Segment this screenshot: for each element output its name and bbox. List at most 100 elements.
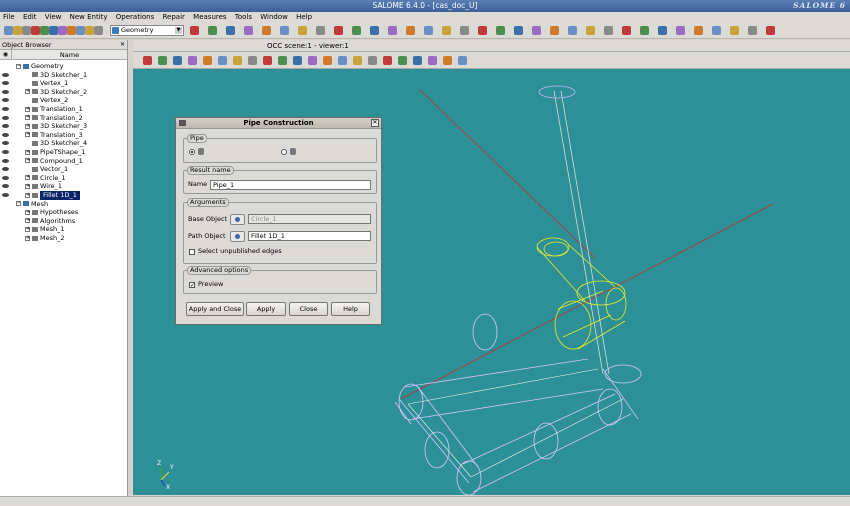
tree-item[interactable]: Vector_1 [0, 165, 126, 174]
tree-item[interactable]: Vertex_2 [0, 96, 126, 105]
toolbar-icon[interactable] [694, 26, 703, 35]
pipe-mode-radio-2[interactable] [281, 149, 287, 155]
eye-icon[interactable] [2, 89, 9, 94]
expand-icon[interactable]: + [25, 235, 30, 241]
viewer-toolbar-icon[interactable] [278, 56, 287, 65]
toolbar-icon[interactable] [280, 26, 289, 35]
chevron-down-icon[interactable]: ▼ [175, 27, 182, 34]
toolbar-icon[interactable] [40, 26, 49, 35]
eye-icon[interactable] [2, 81, 9, 86]
toolbar-icon[interactable] [67, 26, 76, 35]
close-button[interactable]: Close [289, 302, 328, 316]
path-object-field[interactable]: Fillet 1D_1 [248, 231, 371, 241]
viewer-toolbar-icon[interactable] [263, 56, 272, 65]
help-button[interactable]: Help [331, 302, 370, 316]
expand-icon[interactable]: + [25, 123, 30, 129]
tree-item[interactable]: + Circle_1 [0, 174, 126, 183]
path-object-select-button[interactable] [230, 231, 245, 242]
toolbar-icon[interactable] [58, 26, 67, 35]
apply-button[interactable]: Apply [246, 302, 286, 316]
viewer-toolbar-icon[interactable] [323, 56, 332, 65]
toolbar-icon[interactable] [748, 26, 757, 35]
eye-icon[interactable] [2, 184, 9, 189]
tree-item[interactable]: 3D Sketcher_1 [0, 71, 126, 80]
tree-item[interactable]: + PipeTShape_1 [0, 148, 126, 157]
expand-icon[interactable]: + [25, 192, 30, 198]
tree-item[interactable]: + Mesh_2 [0, 234, 126, 243]
expand-icon[interactable]: + [25, 209, 30, 215]
visibility-column-icon[interactable]: ◉ [0, 50, 12, 60]
tree-item[interactable]: + Hypotheses [0, 208, 126, 217]
tree-item[interactable]: − Geometry [0, 62, 126, 71]
viewer-toolbar-icon[interactable] [293, 56, 302, 65]
eye-icon[interactable] [2, 175, 9, 180]
viewer-toolbar-icon[interactable] [308, 56, 317, 65]
tree-item[interactable]: + Compound_1 [0, 157, 126, 166]
select-unpublished-edges-checkbox[interactable] [189, 249, 195, 255]
eye-icon[interactable] [2, 107, 9, 111]
toolbar-icon[interactable] [370, 26, 379, 35]
expand-icon[interactable]: + [25, 89, 30, 95]
viewer-toolbar-icon[interactable] [458, 56, 467, 65]
collapse-icon[interactable]: − [16, 63, 21, 69]
eye-icon[interactable] [2, 150, 9, 154]
expand-icon[interactable]: + [25, 149, 30, 155]
eye-icon[interactable] [2, 115, 9, 120]
menu-measures[interactable]: Measures [190, 12, 229, 23]
viewer-toolbar-icon[interactable] [383, 56, 392, 65]
toolbar-icon[interactable] [532, 26, 541, 35]
toolbar-icon[interactable] [226, 26, 235, 35]
viewer-toolbar-icon[interactable] [353, 56, 362, 65]
toolbar-icon[interactable] [658, 26, 667, 35]
toolbar-icon[interactable] [334, 26, 343, 35]
tree-item[interactable]: + Wire_1 [0, 182, 126, 191]
eye-icon[interactable] [2, 98, 9, 103]
expand-icon[interactable]: + [25, 158, 30, 164]
viewer-toolbar-icon[interactable] [338, 56, 347, 65]
toolbar-icon[interactable] [316, 26, 325, 35]
toolbar-icon[interactable] [76, 26, 85, 35]
viewer-toolbar-icon[interactable] [398, 56, 407, 65]
viewer-toolbar-icon[interactable] [203, 56, 212, 65]
eye-icon[interactable] [2, 72, 9, 77]
toolbar-icon[interactable] [85, 26, 94, 35]
viewer-toolbar-icon[interactable] [173, 56, 182, 65]
tree-item[interactable]: +3D Sketcher_2 [0, 88, 126, 97]
menu-help[interactable]: Help [293, 12, 315, 23]
toolbar-icon[interactable] [49, 26, 58, 35]
tree-item[interactable]: + Translation_3 [0, 131, 126, 140]
toolbar-icon[interactable] [604, 26, 613, 35]
eye-icon[interactable] [2, 124, 9, 129]
toolbar-icon[interactable] [298, 26, 307, 35]
menu-operations[interactable]: Operations [113, 12, 157, 23]
viewer-toolbar-icon[interactable] [188, 56, 197, 65]
close-icon[interactable]: ✕ [371, 119, 379, 127]
tree-item[interactable]: + Translation_2 [0, 114, 126, 123]
toolbar-icon[interactable] [550, 26, 559, 35]
viewer-toolbar-icon[interactable] [143, 56, 152, 65]
menu-edit[interactable]: Edit [20, 12, 40, 23]
toolbar-icon[interactable] [586, 26, 595, 35]
menu-window[interactable]: Window [257, 12, 291, 23]
toolbar-icon[interactable] [496, 26, 505, 35]
close-icon[interactable]: ✕ [120, 40, 125, 50]
toolbar-icon[interactable] [712, 26, 721, 35]
viewer-tab[interactable]: OCC scene:1 - viewer:1 [267, 40, 349, 52]
expand-icon[interactable]: + [25, 132, 30, 138]
expand-icon[interactable]: + [25, 218, 30, 224]
toolbar-icon[interactable] [766, 26, 775, 35]
tree-item[interactable]: 3D Sketcher_4 [0, 139, 126, 148]
toolbar-icon[interactable] [4, 26, 13, 35]
toolbar-icon[interactable] [568, 26, 577, 35]
preview-checkbox[interactable]: ✓ [189, 282, 195, 289]
toolbar-icon[interactable] [244, 26, 253, 35]
toolbar-icon[interactable] [31, 26, 40, 35]
toolbar-icon[interactable] [208, 26, 217, 35]
menu-file[interactable]: File [0, 12, 18, 23]
eye-icon[interactable] [2, 132, 9, 137]
expand-icon[interactable]: + [25, 115, 30, 121]
toolbar-icon[interactable] [478, 26, 487, 35]
apply-and-close-button[interactable]: Apply and Close [186, 302, 244, 316]
toolbar-icon[interactable] [190, 26, 199, 35]
menu-new-entity[interactable]: New Entity [67, 12, 111, 23]
